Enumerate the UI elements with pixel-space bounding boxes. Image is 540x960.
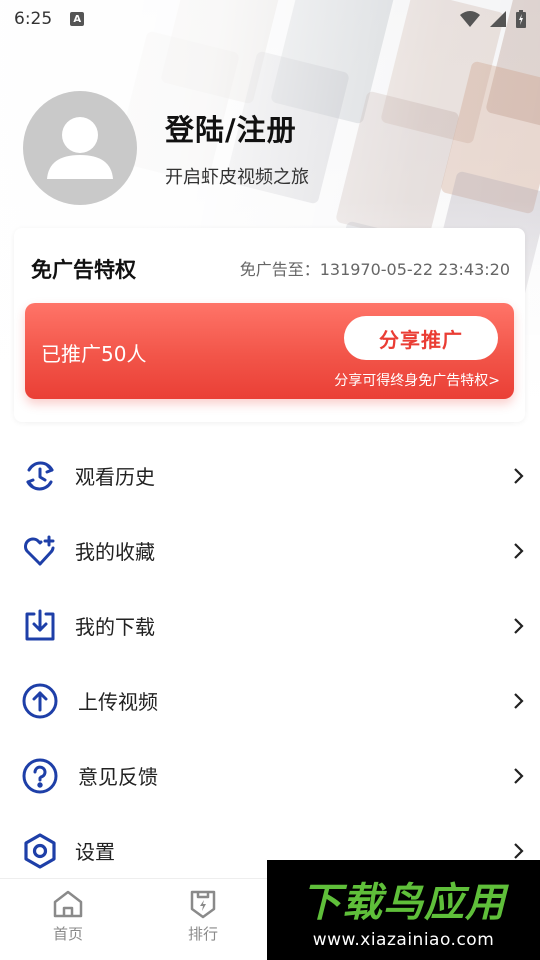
watermark-title: 下载鸟应用	[301, 880, 506, 926]
status-bar: 6:25 A	[0, 0, 540, 38]
menu-label-feedback: 意见反馈	[78, 765, 158, 789]
menu-label-settings: 设置	[75, 840, 115, 864]
ad-free-card: 免广告特权 免广告至：131970-05-22 23:43:20 已推广50人 …	[14, 228, 525, 422]
menu-label-history: 观看历史	[75, 465, 155, 489]
ad-free-title: 免广告特权	[31, 258, 136, 282]
home-icon	[53, 890, 83, 918]
wifi-icon	[460, 11, 480, 27]
feedback-question-icon	[21, 757, 59, 795]
nav-item-rank[interactable]: 排行	[173, 889, 233, 944]
nav-label-rank: 排行	[187, 925, 218, 943]
chevron-right-icon	[514, 467, 524, 484]
nav-label-home: 首页	[52, 925, 83, 943]
chevron-right-icon	[514, 617, 524, 634]
chevron-right-icon	[514, 842, 524, 859]
promotion-banner[interactable]: 已推广50人 分享推广 分享可得终身免广告特权>	[25, 303, 514, 399]
nav-item-home[interactable]: 首页	[38, 889, 98, 944]
favorite-heart-icon	[21, 532, 59, 570]
settings-icon	[21, 832, 59, 870]
chevron-right-icon	[514, 767, 524, 784]
rank-badge-icon	[190, 890, 216, 919]
signal-icon	[490, 11, 506, 27]
login-register-title[interactable]: 登陆/注册	[165, 107, 309, 149]
site-watermark: 下载鸟应用 www.xiazainiao.com	[267, 860, 540, 960]
upload-icon	[21, 682, 59, 720]
notification-a-icon: A	[70, 12, 85, 26]
menu-item-history[interactable]: 观看历史	[0, 438, 540, 513]
menu-item-downloads[interactable]: 我的下载	[0, 588, 540, 663]
menu-label-upload: 上传视频	[78, 690, 158, 714]
chevron-right-icon	[514, 692, 524, 709]
profile-header[interactable]: 登陆/注册 开启虾皮视频之旅	[23, 91, 309, 205]
history-icon	[21, 457, 59, 495]
status-time: 6:25	[14, 9, 53, 29]
promotion-hint-link[interactable]: 分享可得终身免广告特权>	[334, 370, 500, 390]
menu-label-downloads: 我的下载	[75, 615, 155, 639]
battery-icon	[516, 10, 526, 28]
menu-label-favorites: 我的收藏	[75, 540, 155, 564]
promotion-count: 已推广50人	[41, 342, 147, 366]
menu-item-upload[interactable]: 上传视频	[0, 663, 540, 738]
download-icon	[21, 607, 59, 645]
profile-subtitle: 开启虾皮视频之旅	[165, 167, 309, 188]
share-promote-button[interactable]: 分享推广	[344, 316, 498, 360]
watermark-url: www.xiazainiao.com	[312, 930, 495, 950]
menu-item-feedback[interactable]: 意见反馈	[0, 738, 540, 813]
menu-item-favorites[interactable]: 我的收藏	[0, 513, 540, 588]
default-user-icon	[47, 117, 113, 179]
menu-list: 观看历史 我的收藏 我的下载 上传视频 意见反馈 设置	[0, 438, 540, 888]
avatar[interactable]	[23, 91, 137, 205]
ad-free-expire: 免广告至：131970-05-22 23:43:20	[239, 260, 510, 279]
chevron-right-icon	[514, 542, 524, 559]
